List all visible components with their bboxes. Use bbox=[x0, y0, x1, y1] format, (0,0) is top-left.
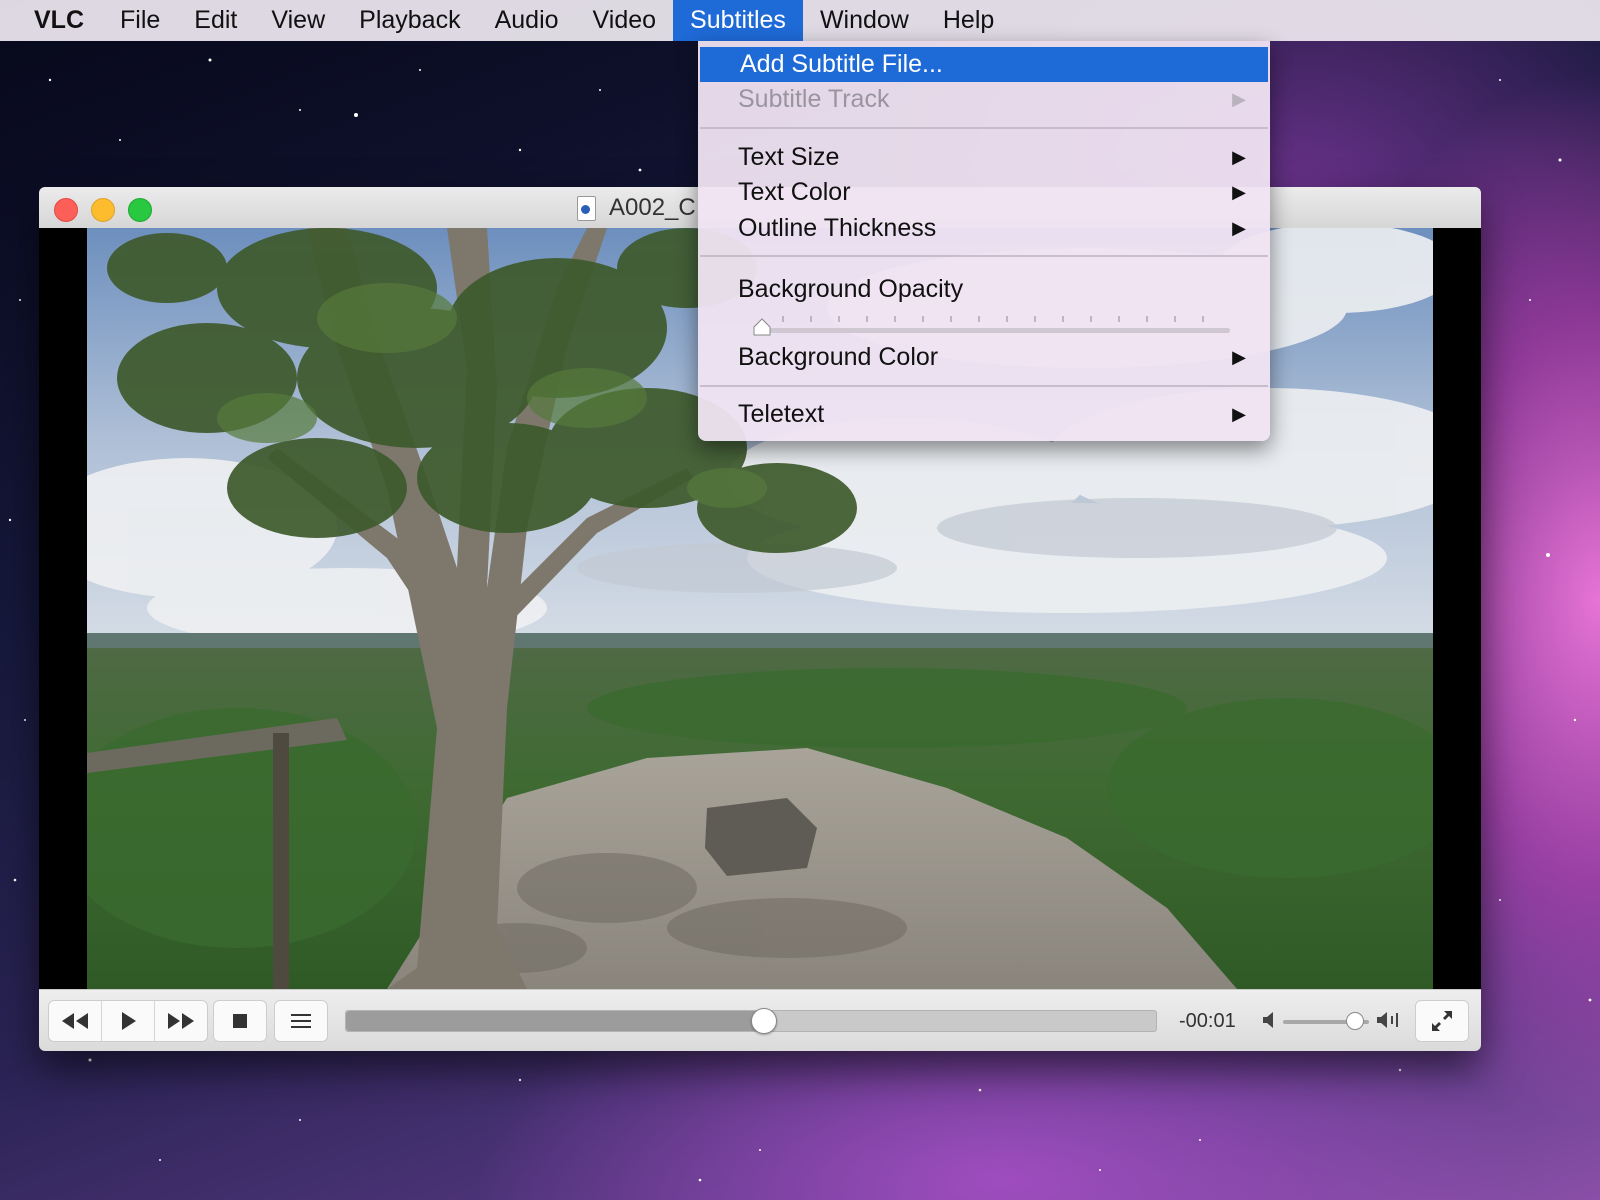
menu-item-background-opacity: Background Opacity bbox=[698, 272, 1270, 307]
menu-item-text-color[interactable]: Text Color ▶ bbox=[698, 175, 1270, 210]
menu-edit[interactable]: Edit bbox=[177, 0, 254, 41]
menu-view[interactable]: View bbox=[254, 0, 342, 41]
volume-slider-thumb[interactable] bbox=[1345, 1012, 1364, 1030]
stop-icon bbox=[233, 1014, 247, 1028]
menu-item-teletext[interactable]: Teletext ▶ bbox=[698, 397, 1270, 432]
menu-item-outline-thickness[interactable]: Outline Thickness ▶ bbox=[698, 211, 1270, 246]
menu-item-label: Add Subtitle File... bbox=[740, 50, 943, 78]
zoom-button[interactable] bbox=[128, 198, 152, 222]
fullscreen-button[interactable] bbox=[1415, 1000, 1469, 1042]
submenu-arrow-icon: ▶ bbox=[1232, 89, 1246, 109]
menu-file[interactable]: File bbox=[103, 0, 177, 41]
submenu-arrow-icon: ▶ bbox=[1232, 182, 1246, 202]
slider-ticks bbox=[782, 316, 1204, 322]
menu-separator bbox=[700, 127, 1268, 129]
transport-buttons bbox=[48, 1000, 208, 1042]
menu-item-label: Background Color bbox=[738, 343, 939, 371]
subtitles-menu: Add Subtitle File... Subtitle Track ▶ Te… bbox=[698, 41, 1270, 441]
close-button[interactable] bbox=[54, 198, 78, 222]
menu-playback[interactable]: Playback bbox=[342, 0, 477, 41]
menu-item-subtitle-track: Subtitle Track ▶ bbox=[698, 82, 1270, 117]
background-opacity-track bbox=[754, 328, 1230, 333]
menu-item-label: Teletext bbox=[738, 400, 825, 428]
play-icon bbox=[122, 1012, 136, 1030]
submenu-arrow-icon: ▶ bbox=[1232, 404, 1246, 424]
seek-bar[interactable] bbox=[345, 1008, 1157, 1034]
menu-item-label: Text Color bbox=[738, 178, 851, 206]
volume-mute-icon[interactable] bbox=[1263, 1012, 1277, 1028]
menu-subtitles[interactable]: Subtitles bbox=[673, 0, 803, 41]
window-title: A002_C bbox=[609, 194, 696, 221]
fast-forward-icon bbox=[168, 1013, 194, 1029]
submenu-arrow-icon: ▶ bbox=[1232, 218, 1246, 238]
time-remaining[interactable]: -00:01 bbox=[1179, 990, 1236, 1051]
menu-window[interactable]: Window bbox=[803, 0, 926, 41]
volume-slider[interactable] bbox=[1283, 1012, 1369, 1030]
seek-bar-progress bbox=[346, 1011, 764, 1031]
submenu-arrow-icon: ▶ bbox=[1232, 347, 1246, 367]
menu-separator bbox=[700, 385, 1268, 387]
rewind-button[interactable] bbox=[49, 1001, 102, 1041]
fullscreen-icon bbox=[1432, 1011, 1452, 1031]
menu-item-label: Outline Thickness bbox=[738, 214, 937, 242]
menu-help[interactable]: Help bbox=[926, 0, 1011, 41]
play-button[interactable] bbox=[102, 1001, 155, 1041]
menu-separator bbox=[700, 255, 1268, 257]
menu-item-background-color[interactable]: Background Color ▶ bbox=[698, 340, 1270, 375]
menu-vlc[interactable]: VLC bbox=[0, 0, 103, 41]
submenu-arrow-icon: ▶ bbox=[1232, 147, 1246, 167]
menu-item-label: Background Opacity bbox=[738, 275, 964, 303]
stop-button[interactable] bbox=[213, 1000, 267, 1042]
volume-max-icon[interactable] bbox=[1377, 1011, 1401, 1029]
rewind-icon bbox=[62, 1013, 88, 1029]
playlist-icon bbox=[291, 1014, 311, 1028]
menu-item-add-subtitle-file[interactable]: Add Subtitle File... bbox=[700, 47, 1268, 82]
fast-forward-button[interactable] bbox=[155, 1001, 207, 1041]
playback-controls: -00:01 bbox=[39, 989, 1481, 1051]
menu-item-label: Text Size bbox=[738, 143, 840, 171]
minimize-button[interactable] bbox=[91, 198, 115, 222]
menu-item-text-size[interactable]: Text Size ▶ bbox=[698, 140, 1270, 175]
menu-audio[interactable]: Audio bbox=[478, 0, 576, 41]
menu-item-label: Subtitle Track bbox=[738, 85, 890, 113]
menu-bar: VLC File Edit View Playback Audio Video … bbox=[0, 0, 1600, 41]
seek-bar-thumb[interactable] bbox=[751, 1008, 778, 1034]
menu-video[interactable]: Video bbox=[576, 0, 674, 41]
document-icon bbox=[577, 196, 596, 221]
background-opacity-slider[interactable] bbox=[753, 314, 1230, 338]
background-opacity-thumb[interactable] bbox=[753, 318, 771, 336]
playlist-button[interactable] bbox=[274, 1000, 328, 1042]
